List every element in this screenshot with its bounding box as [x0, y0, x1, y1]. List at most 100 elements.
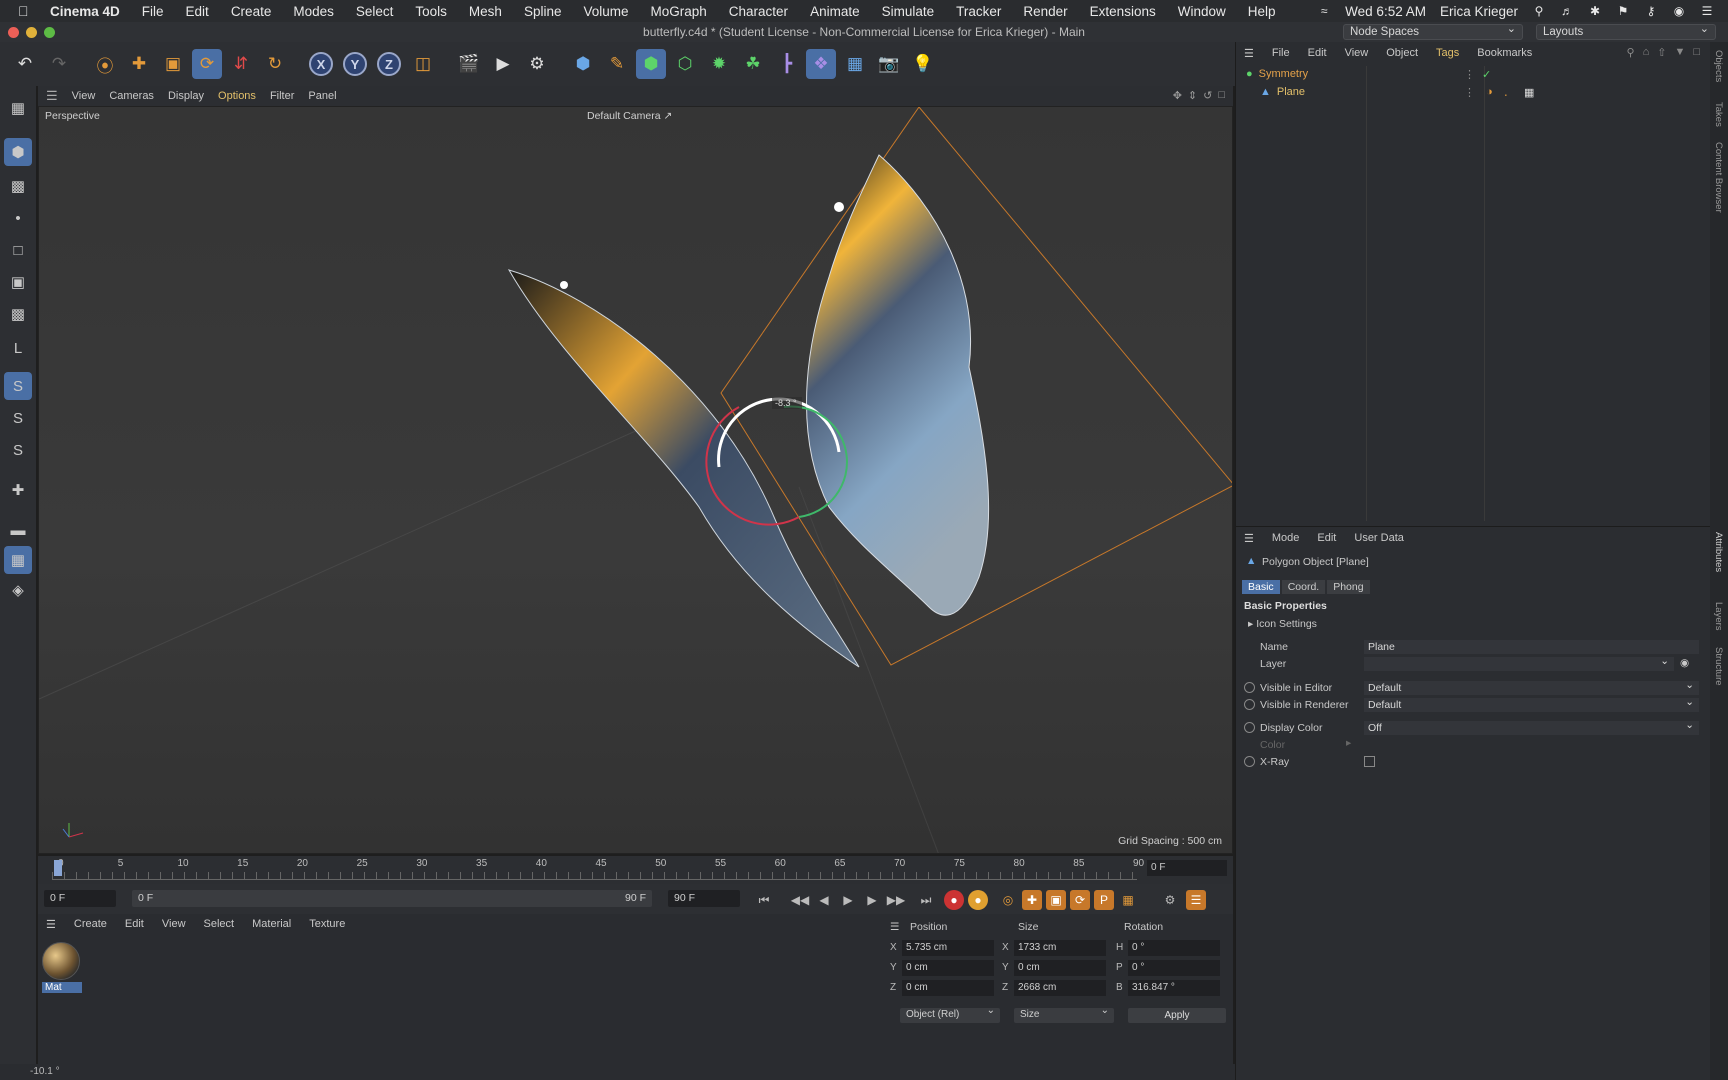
tab-phong[interactable]: Phong	[1327, 580, 1370, 594]
timeline-ruler[interactable]: 051015202530354045505560657075808590 0 F	[38, 856, 1233, 884]
render-settings-icon[interactable]: ⚙	[522, 49, 552, 79]
viewport-scene[interactable]: -8.3 °	[39, 107, 1233, 854]
viewport-menu-icon[interactable]: ☰	[46, 88, 58, 104]
menu-mesh[interactable]: Mesh	[469, 4, 502, 19]
object-menu-tags[interactable]: Tags	[1436, 47, 1459, 59]
attribute-menu-icon[interactable]: ☰	[1244, 532, 1254, 545]
uv-mode-icon[interactable]: ▩	[4, 300, 32, 328]
pan-icon[interactable]: ✥	[1173, 89, 1182, 102]
display-color-dropdown[interactable]: Off	[1364, 718, 1699, 735]
object-menu-bookmarks[interactable]: Bookmarks	[1477, 47, 1532, 59]
new-panel-icon[interactable]: □	[1693, 46, 1700, 59]
menubar-user[interactable]: Erica Krieger	[1440, 4, 1518, 19]
z-axis-lock-button[interactable]: Z	[374, 49, 404, 79]
autokeying-icon[interactable]: ●	[968, 890, 988, 910]
menu-volume[interactable]: Volume	[583, 4, 628, 19]
render-picture-viewer-icon[interactable]: ▶	[488, 49, 518, 79]
size-z-field[interactable]: 2668 cm	[1014, 980, 1106, 996]
go-to-start-icon[interactable]: ⏮	[754, 890, 774, 910]
phong-tag-icon[interactable]: ◑	[1486, 86, 1493, 98]
snap-settings-icon[interactable]: S	[4, 404, 32, 432]
menu-file[interactable]: File	[142, 4, 164, 19]
solo-icon[interactable]: ◈	[4, 576, 32, 604]
tab-attributes[interactable]: Attributes	[1713, 532, 1724, 572]
menu-modes[interactable]: Modes	[293, 4, 334, 19]
play-icon[interactable]: ▶	[838, 890, 858, 910]
menu-help[interactable]: Help	[1248, 4, 1276, 19]
position-z-field[interactable]: 0 cm	[902, 980, 994, 996]
viewport-menu-cameras[interactable]: Cameras	[109, 90, 154, 102]
cube-icon[interactable]: ⬢	[568, 49, 598, 79]
menu-mograph[interactable]: MoGraph	[651, 4, 707, 19]
zoom-icon[interactable]: ⇕	[1188, 89, 1197, 102]
search-icon[interactable]: ⚲	[1627, 46, 1635, 59]
animate-toggle-icon[interactable]	[1244, 699, 1255, 710]
floor-icon[interactable]: ▦	[840, 49, 870, 79]
model-mode-icon[interactable]: ⬢	[4, 138, 32, 166]
rotate-tool-icon[interactable]: ⟳	[192, 49, 222, 79]
frame-range-slider[interactable]: 0 F 90 F	[132, 890, 652, 907]
tab-objects[interactable]: Objects	[1713, 50, 1724, 82]
material-thumbnail[interactable]: Mat	[42, 942, 82, 994]
snap-icon[interactable]: S	[4, 372, 32, 400]
visibility-toggle-icon[interactable]: ⋮	[1464, 86, 1475, 99]
field-icon[interactable]: ❖	[806, 49, 836, 79]
menubar-clock[interactable]: Wed 6:52 AM	[1345, 4, 1426, 19]
material-menu-create[interactable]: Create	[74, 918, 107, 930]
timeline-playhead[interactable]	[54, 860, 62, 876]
menu-spline[interactable]: Spline	[524, 4, 562, 19]
object-menu-icon[interactable]: ☰	[1244, 47, 1254, 60]
key-parameter-icon[interactable]: P	[1094, 890, 1114, 910]
size-x-field[interactable]: 1733 cm	[1014, 940, 1106, 956]
recent-tools-icon[interactable]: ↻	[260, 49, 290, 79]
3d-viewport[interactable]: Perspective Default Camera ↗ -8.3 ° Grid…	[38, 106, 1233, 854]
filter-icon[interactable]: ▼	[1674, 46, 1685, 59]
timeline-icon[interactable]: ☰	[1186, 890, 1206, 910]
key-position-icon[interactable]: ✚	[1022, 890, 1042, 910]
mograph-icon[interactable]: ☘	[738, 49, 768, 79]
object-menu-view[interactable]: View	[1345, 47, 1369, 59]
animate-toggle-icon[interactable]	[1244, 756, 1255, 767]
layer-field[interactable]	[1364, 654, 1674, 671]
attribute-menu-mode[interactable]: Mode	[1272, 532, 1300, 544]
object-menu-object[interactable]: Object	[1386, 47, 1418, 59]
coord-menu-icon[interactable]: ☰	[890, 921, 899, 933]
keyframe-selection-icon[interactable]: ◎	[998, 890, 1018, 910]
menu-app-name[interactable]: Cinema 4D	[50, 4, 120, 19]
render-view-icon[interactable]: 🎬	[454, 49, 484, 79]
key-scale-icon[interactable]: ▣	[1046, 890, 1066, 910]
menu-extensions[interactable]: Extensions	[1090, 4, 1156, 19]
menu-render[interactable]: Render	[1023, 4, 1067, 19]
y-axis-lock-button[interactable]: Y	[340, 49, 370, 79]
end-frame-field[interactable]: 90 F	[668, 890, 740, 907]
menu-simulate[interactable]: Simulate	[882, 4, 935, 19]
next-key-icon[interactable]: ▶▶	[886, 890, 906, 910]
menu-tools[interactable]: Tools	[415, 4, 447, 19]
rotation-b-field[interactable]: 316.847 °	[1128, 980, 1220, 996]
points-mode-icon[interactable]: •	[4, 204, 32, 232]
layouts-dropdown[interactable]: Layouts	[1536, 22, 1716, 40]
size-mode-dropdown[interactable]: Size	[1014, 1005, 1114, 1023]
polygons-mode-icon[interactable]: ▣	[4, 268, 32, 296]
menu-edit[interactable]: Edit	[186, 4, 209, 19]
tab-content-browser[interactable]: Content Browser	[1713, 142, 1724, 213]
grid-lock-icon[interactable]: ▦	[4, 546, 32, 574]
material-menu-edit[interactable]: Edit	[125, 918, 144, 930]
tweak-mode-icon[interactable]: ✚	[4, 476, 32, 504]
coordinate-mode-dropdown[interactable]: Object (Rel)	[900, 1005, 1000, 1023]
light-icon[interactable]: 💡	[908, 49, 938, 79]
tab-takes[interactable]: Takes	[1713, 102, 1724, 127]
key-icon[interactable]: ⚷	[1644, 4, 1658, 18]
motion-clip-icon[interactable]: ⚙	[1160, 890, 1180, 910]
live-selection-icon[interactable]: ⦿	[90, 49, 120, 79]
rotation-h-field[interactable]: 0 °	[1128, 940, 1220, 956]
animate-toggle-icon[interactable]	[1244, 682, 1255, 693]
menu-window[interactable]: Window	[1178, 4, 1226, 19]
position-y-field[interactable]: 0 cm	[902, 960, 994, 976]
material-menu-view[interactable]: View	[162, 918, 186, 930]
butterfly-left-wing[interactable]	[507, 269, 860, 668]
material-menu-texture[interactable]: Texture	[309, 918, 345, 930]
tab-layers[interactable]: Layers	[1713, 602, 1724, 631]
deformer-icon[interactable]: ┣	[772, 49, 802, 79]
tab-coord[interactable]: Coord.	[1281, 580, 1326, 594]
